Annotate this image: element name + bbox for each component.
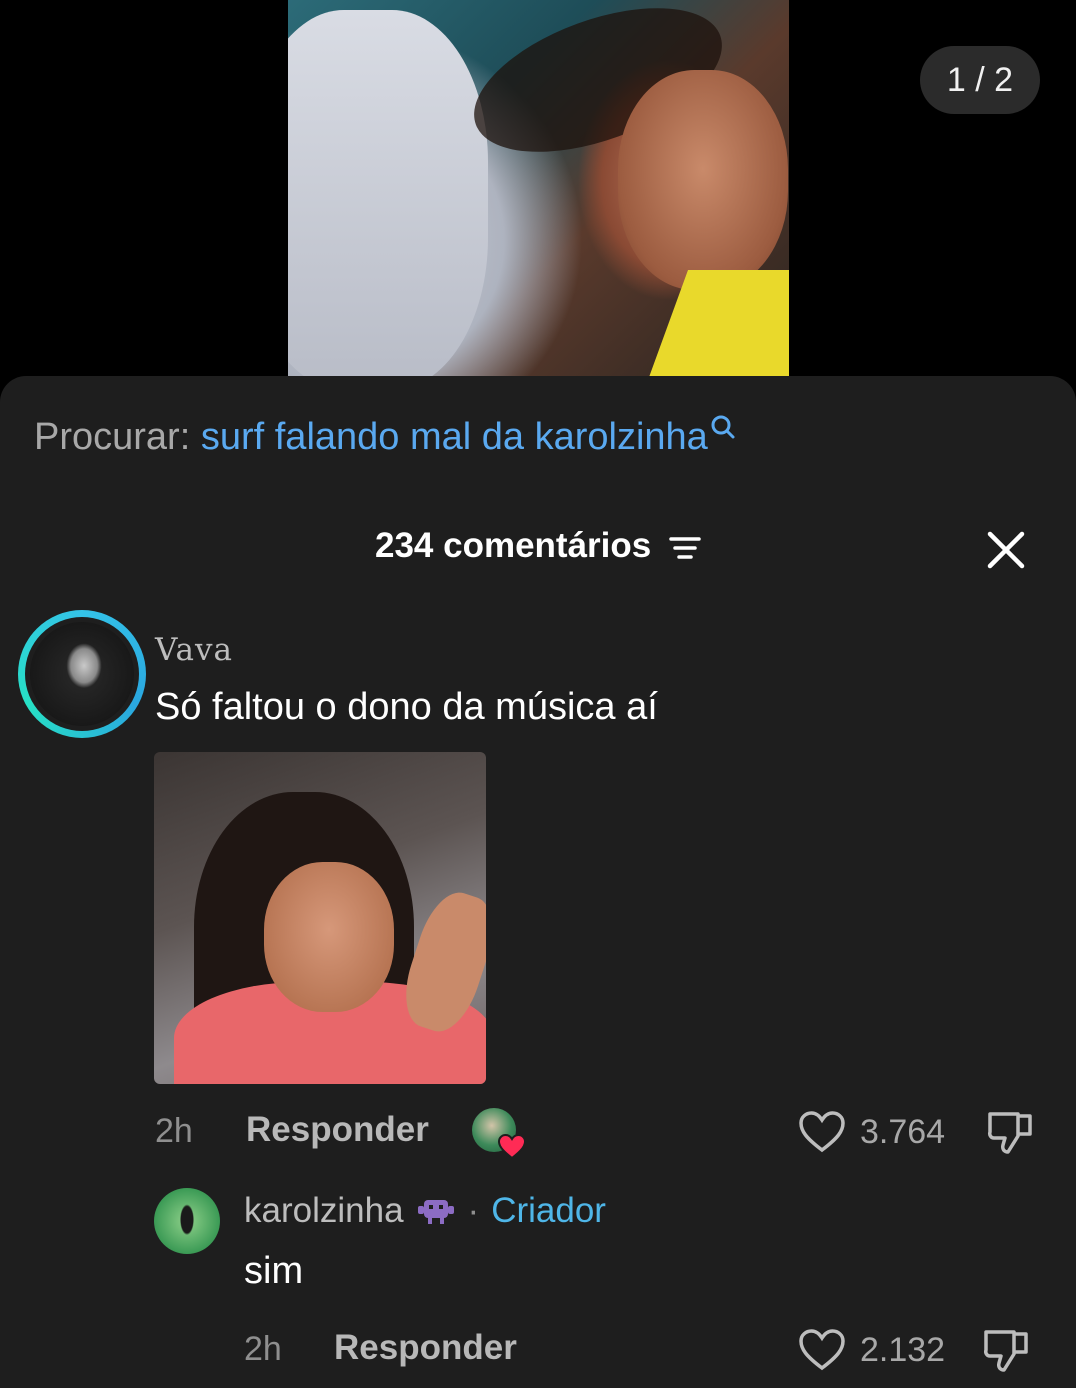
reply-avatar[interactable] [154,1188,220,1254]
avatar-photo [30,622,134,726]
reply-like-group[interactable]: 2.132 [798,1328,945,1372]
comment-time: 2h [155,1112,193,1150]
comment-author[interactable]: Vava [155,632,233,668]
search-query[interactable]: surf falando mal da karolzinha [201,416,708,458]
comments-count: 234 comentários [375,526,652,565]
video-outfit [647,270,789,378]
video-player[interactable] [288,0,789,378]
creator-liked-badge [472,1108,526,1160]
reply-time: 2h [244,1330,282,1368]
comment-like-group[interactable]: 3.764 [798,1110,945,1154]
comment-like-count: 3.764 [860,1112,946,1151]
name-separator: · [467,1191,480,1230]
comments-sheet: Procurar: surf falando mal da karolzinha… [0,376,1076,1388]
dislike-icon[interactable] [986,1108,1036,1156]
video-surfboard [288,10,488,378]
reply-author[interactable]: karolzinha [244,1191,404,1231]
dislike-icon[interactable] [982,1326,1032,1374]
heart-filled-icon [498,1134,526,1160]
reply-reply-button[interactable]: Responder [334,1328,517,1368]
comment-avatar[interactable] [18,610,146,738]
comment-text: Só faltou o dono da música aí [155,686,658,728]
image-face [264,862,394,1012]
heart-icon[interactable] [798,1328,846,1372]
reply-button[interactable]: Responder [246,1110,429,1150]
sort-icon[interactable] [669,534,701,562]
reply-like-count: 2.132 [860,1330,946,1369]
video-face [618,70,788,290]
media-pager: 1 / 2 [920,46,1040,114]
search-suggestion[interactable]: Procurar: surf falando mal da karolzinha [34,415,736,459]
comment-image[interactable] [154,752,486,1084]
reply-text: sim [244,1250,304,1292]
comments-header: 234 comentários [0,526,1076,566]
alien-monster-icon [417,1200,454,1224]
heart-icon[interactable] [798,1110,846,1154]
search-icon [711,415,735,439]
close-icon[interactable] [984,528,1028,572]
reply-author-line: karolzinha · Criador [244,1191,606,1231]
search-label: Procurar: [34,416,191,458]
creator-badge: Criador [491,1191,606,1230]
